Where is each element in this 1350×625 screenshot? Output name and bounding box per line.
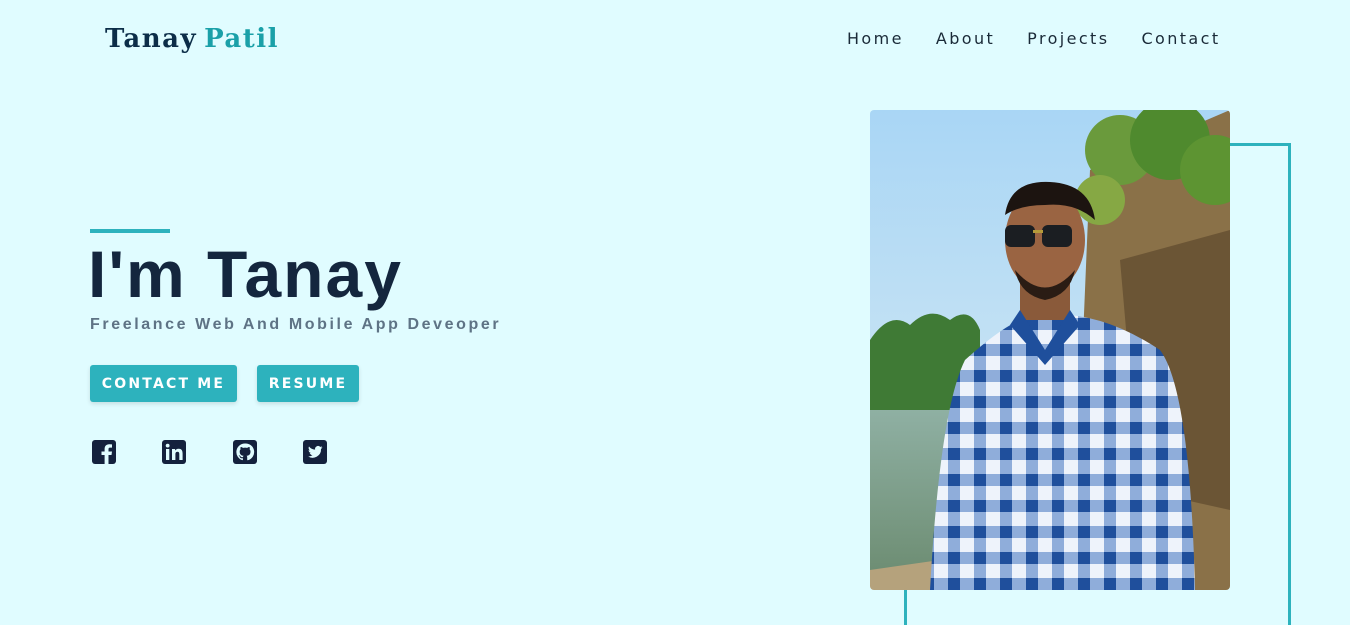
brand-first-name: Tanay bbox=[105, 24, 198, 54]
twitter-icon[interactable] bbox=[303, 440, 327, 464]
nav-contact[interactable]: Contact bbox=[1141, 29, 1220, 48]
contact-me-button[interactable]: CONTACT ME bbox=[90, 365, 237, 402]
hero-title: I'm Tanay bbox=[88, 237, 403, 311]
nav-about[interactable]: About bbox=[936, 29, 995, 48]
nav-home[interactable]: Home bbox=[847, 29, 904, 48]
resume-button[interactable]: RESUME bbox=[257, 365, 359, 402]
brand-last-name: Patil bbox=[204, 24, 280, 54]
nav-projects[interactable]: Projects bbox=[1027, 29, 1109, 48]
github-icon[interactable] bbox=[233, 440, 257, 464]
facebook-icon[interactable] bbox=[92, 440, 116, 464]
profile-photo bbox=[870, 110, 1230, 590]
brand-logo[interactable]: Tanay Patil bbox=[105, 24, 279, 54]
hero-subtitle: Freelance Web And Mobile App Deveoper bbox=[90, 316, 502, 333]
main-nav: Home About Projects Contact bbox=[847, 29, 1253, 48]
title-accent-line bbox=[90, 229, 170, 233]
linkedin-icon[interactable] bbox=[162, 440, 186, 464]
